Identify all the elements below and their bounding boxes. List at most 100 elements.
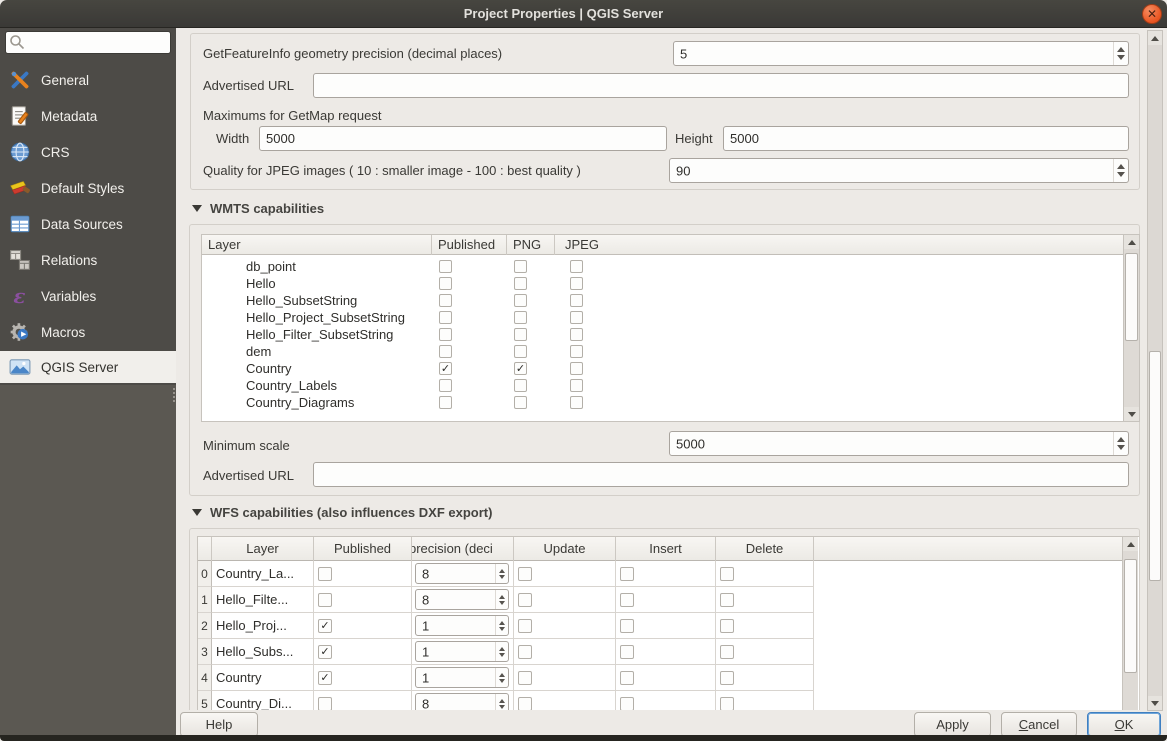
- published-checkbox[interactable]: [439, 345, 452, 358]
- published-checkbox[interactable]: ✓: [318, 645, 332, 659]
- scrollbar-thumb[interactable]: [1124, 559, 1137, 673]
- update-checkbox[interactable]: [518, 619, 532, 633]
- published-checkbox[interactable]: [439, 396, 452, 409]
- png-checkbox[interactable]: [514, 260, 527, 273]
- row-number[interactable]: 4: [198, 665, 212, 691]
- title-bar[interactable]: Project Properties | QGIS Server ✕: [0, 0, 1167, 28]
- close-icon[interactable]: ✕: [1142, 4, 1162, 24]
- delete-checkbox[interactable]: [720, 697, 734, 710]
- main-scrollbar[interactable]: [1147, 30, 1163, 711]
- published-checkbox[interactable]: [318, 697, 332, 710]
- published-checkbox[interactable]: [439, 277, 452, 290]
- wfs-table-scrollbar[interactable]: [1122, 537, 1138, 710]
- spinner-arrows-icon[interactable]: [1113, 159, 1128, 182]
- apply-button[interactable]: Apply: [914, 712, 991, 737]
- delete-checkbox[interactable]: [720, 593, 734, 607]
- wmts-section-header[interactable]: WMTS capabilities: [192, 201, 324, 216]
- jpeg-checkbox[interactable]: [570, 328, 583, 341]
- update-checkbox[interactable]: [518, 567, 532, 581]
- published-checkbox[interactable]: ✓: [318, 671, 332, 685]
- published-checkbox[interactable]: ✓: [318, 619, 332, 633]
- insert-checkbox[interactable]: [620, 567, 634, 581]
- scroll-down-icon[interactable]: [1124, 407, 1139, 421]
- wfs-section-header[interactable]: WFS capabilities (also influences DXF ex…: [192, 505, 492, 520]
- sidebar-item-qgis-server[interactable]: QGIS Server: [0, 351, 176, 383]
- png-checkbox[interactable]: [514, 328, 527, 341]
- max-height-input[interactable]: [723, 126, 1129, 151]
- png-checkbox[interactable]: [514, 277, 527, 290]
- getfeatureinfo-precision-spinbox[interactable]: 5: [673, 41, 1129, 66]
- ok-button[interactable]: OK: [1087, 712, 1161, 737]
- published-checkbox[interactable]: [318, 567, 332, 581]
- search-input[interactable]: [5, 31, 171, 54]
- precision-spinbox[interactable]: 8: [415, 693, 509, 710]
- scrollbar-thumb[interactable]: [1125, 253, 1138, 341]
- published-checkbox[interactable]: [439, 311, 452, 324]
- insert-checkbox[interactable]: [620, 593, 634, 607]
- published-checkbox[interactable]: [439, 294, 452, 307]
- spinner-arrows-icon[interactable]: [495, 616, 508, 635]
- published-checkbox[interactable]: [439, 328, 452, 341]
- jpeg-checkbox[interactable]: [570, 362, 583, 375]
- update-checkbox[interactable]: [518, 697, 532, 710]
- scroll-up-icon[interactable]: [1148, 31, 1162, 45]
- sidebar-item-crs[interactable]: CRS: [0, 134, 176, 170]
- sidebar-item-relations[interactable]: Relations: [0, 242, 176, 278]
- sidebar-item-data-sources[interactable]: Data Sources: [0, 206, 176, 242]
- precision-spinbox[interactable]: 8: [415, 563, 509, 584]
- png-checkbox[interactable]: [514, 294, 527, 307]
- sidebar-item-macros[interactable]: Macros: [0, 314, 176, 350]
- column-header-update[interactable]: Update: [514, 537, 616, 561]
- column-header-delete[interactable]: Delete: [716, 537, 814, 561]
- row-number[interactable]: 2: [198, 613, 212, 639]
- jpeg-checkbox[interactable]: [570, 311, 583, 324]
- cancel-button[interactable]: Cancel: [1001, 712, 1077, 737]
- jpeg-checkbox[interactable]: [570, 379, 583, 392]
- spinner-arrows-icon[interactable]: [1113, 42, 1128, 65]
- png-checkbox[interactable]: ✓: [514, 362, 527, 375]
- column-header-published[interactable]: Published: [314, 537, 412, 561]
- delete-checkbox[interactable]: [720, 671, 734, 685]
- delete-checkbox[interactable]: [720, 645, 734, 659]
- scroll-up-icon[interactable]: [1123, 537, 1138, 551]
- row-number[interactable]: 3: [198, 639, 212, 665]
- precision-spinbox[interactable]: 1: [415, 667, 509, 688]
- delete-checkbox[interactable]: [720, 567, 734, 581]
- minimum-scale-spinbox[interactable]: 5000: [669, 431, 1129, 456]
- delete-checkbox[interactable]: [720, 619, 734, 633]
- spinner-arrows-icon[interactable]: [495, 642, 508, 661]
- insert-checkbox[interactable]: [620, 619, 634, 633]
- jpeg-quality-spinbox[interactable]: 90: [669, 158, 1129, 183]
- wmts-table-scrollbar[interactable]: [1123, 235, 1139, 421]
- update-checkbox[interactable]: [518, 645, 532, 659]
- sidebar-item-default-styles[interactable]: Default Styles: [0, 170, 176, 206]
- png-checkbox[interactable]: [514, 396, 527, 409]
- jpeg-checkbox[interactable]: [570, 277, 583, 290]
- row-number[interactable]: 1: [198, 587, 212, 613]
- scroll-down-icon[interactable]: [1148, 696, 1162, 710]
- jpeg-checkbox[interactable]: [570, 396, 583, 409]
- precision-spinbox[interactable]: 1: [415, 615, 509, 636]
- spinner-arrows-icon[interactable]: [495, 694, 508, 710]
- column-header-jpeg[interactable]: JPEG: [555, 235, 1124, 255]
- png-checkbox[interactable]: [514, 345, 527, 358]
- insert-checkbox[interactable]: [620, 697, 634, 710]
- jpeg-checkbox[interactable]: [570, 345, 583, 358]
- published-checkbox[interactable]: [439, 260, 452, 273]
- spinner-arrows-icon[interactable]: [495, 590, 508, 609]
- spinner-arrows-icon[interactable]: [495, 668, 508, 687]
- column-header-layer[interactable]: Layer: [202, 235, 432, 255]
- update-checkbox[interactable]: [518, 593, 532, 607]
- scroll-up-icon[interactable]: [1124, 235, 1139, 249]
- insert-checkbox[interactable]: [620, 645, 634, 659]
- sidebar-item-variables[interactable]: εVariables: [0, 278, 176, 314]
- collapse-triangle-icon[interactable]: [192, 205, 202, 212]
- precision-spinbox[interactable]: 8: [415, 589, 509, 610]
- column-header-precision-deci[interactable]: precision (deci: [412, 537, 514, 561]
- advertised-url-input[interactable]: [313, 73, 1129, 98]
- scrollbar-thumb[interactable]: [1149, 351, 1161, 581]
- jpeg-checkbox[interactable]: [570, 260, 583, 273]
- column-header-insert[interactable]: Insert: [616, 537, 716, 561]
- collapse-triangle-icon[interactable]: [192, 509, 202, 516]
- wmts-advertised-url-input[interactable]: [313, 462, 1129, 487]
